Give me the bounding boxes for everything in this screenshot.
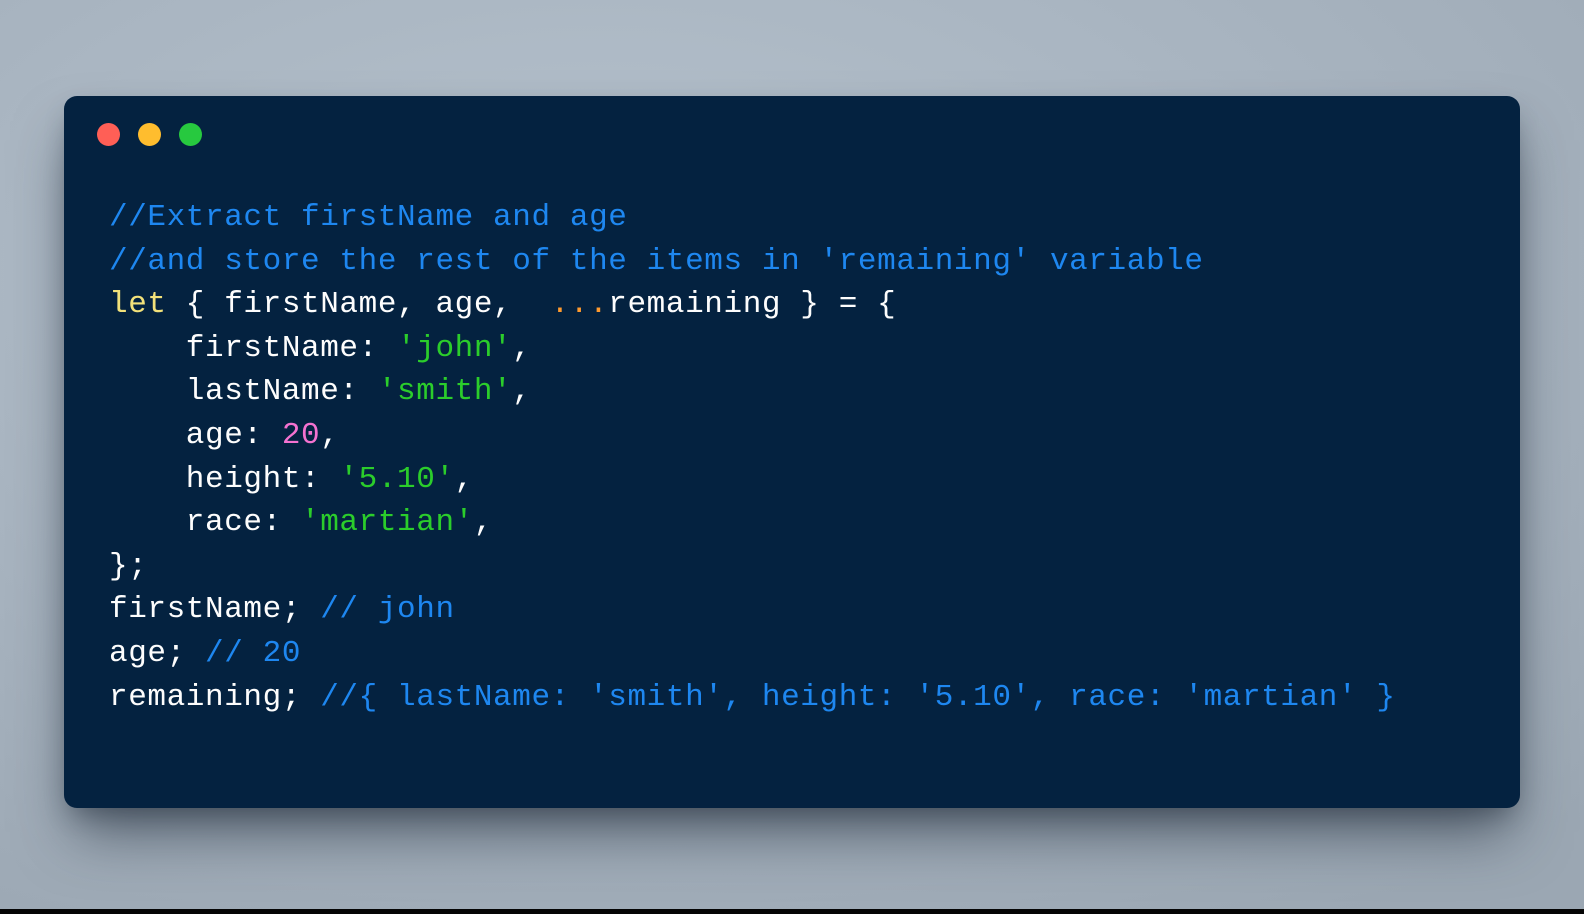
- code-token-plain: firstName:: [109, 330, 398, 366]
- code-line: };: [109, 545, 1500, 589]
- code-token-string: 'john': [397, 330, 513, 366]
- code-line: let { firstName, age, ...remaining } = {: [109, 283, 1500, 327]
- code-line: race: 'martian',: [109, 501, 1500, 545]
- code-token-plain: remaining;: [109, 679, 321, 715]
- code-token-plain: race:: [109, 505, 302, 541]
- code-token-plain: remaining } = {: [608, 287, 897, 323]
- code-token-string: '5.10': [339, 461, 455, 497]
- code-line: age; // 20: [109, 632, 1500, 676]
- code-line: age: 20,: [109, 414, 1500, 458]
- code-token-plain: ,: [512, 330, 532, 366]
- code-token-comment: //Extract firstName and age: [109, 200, 628, 235]
- code-token-plain: lastName:: [109, 374, 378, 410]
- code-token-comment: //and store the rest of the items in 're…: [109, 243, 1204, 279]
- maximize-window-button[interactable]: [179, 123, 202, 146]
- code-token-keyword: let: [109, 287, 167, 323]
- screenshot-stage: //Extract firstName and age //and store t…: [0, 0, 1584, 914]
- code-line: remaining; //{ lastName: 'smith', height…: [109, 676, 1500, 720]
- minimize-window-button[interactable]: [138, 123, 161, 146]
- code-token-plain: ,: [512, 374, 532, 410]
- code-token-plain: ,: [320, 417, 340, 453]
- code-token-spread: ...: [550, 287, 609, 323]
- close-window-button[interactable]: [97, 123, 120, 146]
- code-token-plain: height:: [109, 461, 340, 497]
- code-snippet-card: //Extract firstName and age //and store t…: [64, 96, 1520, 808]
- code-line: lastName: 'smith',: [109, 370, 1500, 414]
- code-token-plain: age:: [109, 417, 282, 453]
- code-token-number: 20: [281, 417, 321, 453]
- code-token-string: 'smith': [377, 374, 513, 410]
- code-line: firstName; // john: [109, 588, 1500, 632]
- code-token-comment: // john: [320, 592, 455, 628]
- window-title-bar: [97, 123, 202, 146]
- code-token-comment: // 20: [205, 635, 302, 671]
- code-token-plain: };: [109, 548, 148, 584]
- code-token-plain: ,: [454, 461, 474, 497]
- code-line: firstName: 'john',: [109, 327, 1500, 371]
- code-token-plain: { firstName, age,: [166, 287, 551, 323]
- code-line: //Extract firstName and age: [109, 196, 1500, 240]
- code-token-plain: firstName;: [109, 592, 321, 628]
- code-line: //and store the rest of the items in 're…: [109, 240, 1500, 284]
- code-token-plain: age;: [109, 635, 206, 671]
- bottom-edge-strip: [0, 909, 1584, 914]
- code-token-string: 'martian': [301, 505, 474, 541]
- code-line: height: '5.10',: [109, 458, 1500, 502]
- code-token-comment: //{ lastName: 'smith', height: '5.10', r…: [320, 679, 1396, 715]
- code-token-plain: ,: [473, 505, 494, 541]
- code-block[interactable]: //Extract firstName and age //and store t…: [109, 196, 1500, 719]
